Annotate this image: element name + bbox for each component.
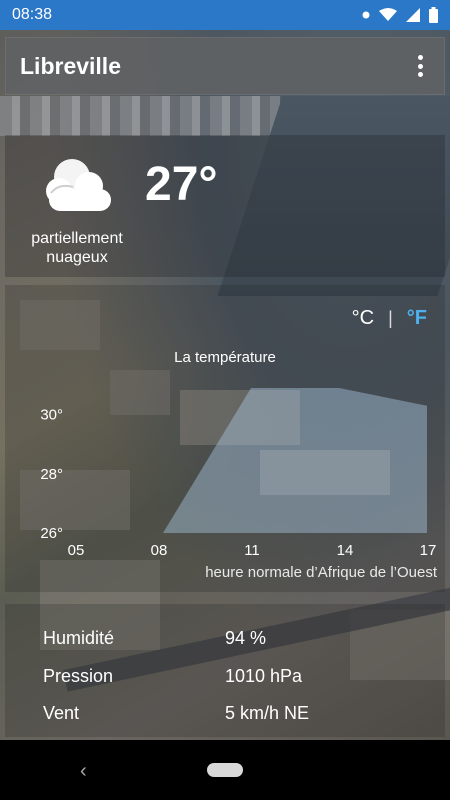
humidity-label: Humidité xyxy=(43,628,115,648)
temperature-area xyxy=(163,388,427,533)
wind-row: Vent 5 km/h NE xyxy=(43,703,309,724)
temperature-chart-card: °C | °F La température 26° 28° 30° 05 08 11 14… xyxy=(5,285,445,592)
details-card: Humidité 94 % Pression 1010 hPa Vent 5 k… xyxy=(5,604,445,737)
pressure-value: 1010 hPa xyxy=(225,666,303,686)
back-icon[interactable]: ‹ xyxy=(80,760,87,783)
wind-value: 5 km/h NE xyxy=(225,703,310,723)
temperature-chart: 26° 28° 30° 05 08 11 14 17 xyxy=(40,388,437,559)
page-title: Libreville xyxy=(20,52,121,79)
partly-cloudy-icon xyxy=(46,159,111,211)
condition-text: partiellement nuageux xyxy=(31,230,123,266)
x-tick-label: 05 xyxy=(68,542,85,559)
wifi-icon xyxy=(379,8,397,21)
timezone-caption: heure normale d’Afrique de l’Ouest xyxy=(205,564,437,581)
battery-icon xyxy=(429,7,438,23)
signal-icon xyxy=(406,8,420,22)
y-tick-label: 28° xyxy=(40,466,63,483)
current-conditions-card: 27° partiellement nuageux xyxy=(5,135,445,277)
pressure-label: Pression xyxy=(43,666,114,686)
status-time: 08:38 xyxy=(12,6,53,23)
home-pill[interactable] xyxy=(207,763,243,777)
x-tick-label: 14 xyxy=(337,542,354,559)
more-vert-icon[interactable] xyxy=(410,53,430,79)
x-tick-label: 17 xyxy=(420,542,437,559)
navigation-bar: ‹ xyxy=(0,740,450,800)
current-temperature: 27° xyxy=(145,158,218,211)
humidity-value: 94 % xyxy=(225,628,267,648)
x-tick-label: 11 xyxy=(244,542,260,559)
wind-label: Vent xyxy=(43,703,80,723)
x-tick-label: 08 xyxy=(151,542,168,559)
notification-dot-icon xyxy=(362,11,370,19)
humidity-row: Humidité 94 % xyxy=(43,628,266,649)
status-icons xyxy=(362,7,438,23)
y-tick-label: 26° xyxy=(40,525,63,542)
pressure-row: Pression 1010 hPa xyxy=(43,666,302,687)
status-bar: 08:38 xyxy=(0,0,450,30)
app-bar: Libreville xyxy=(5,37,445,95)
y-tick-label: 30° xyxy=(40,407,63,424)
